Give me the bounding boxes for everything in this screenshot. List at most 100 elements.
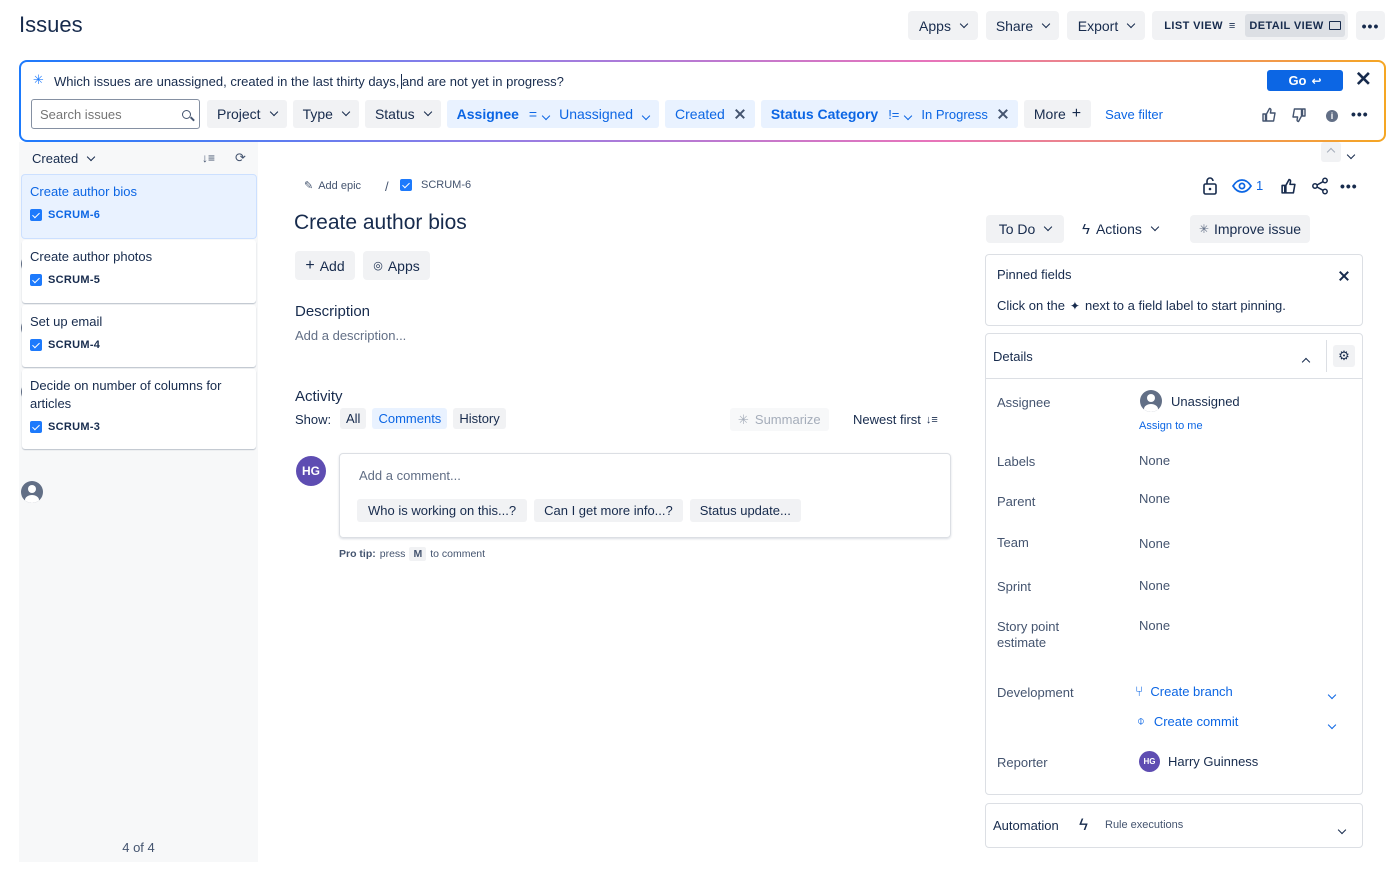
commit-expand-icon[interactable] — [1327, 715, 1337, 731]
ai-query-input[interactable]: Which issues are unassigned, created in … — [54, 74, 564, 89]
list-item[interactable]: Create author photos SCRUM-5 — [21, 240, 256, 339]
sort-order-icon[interactable]: ↓≡ — [202, 151, 215, 165]
team-value[interactable]: None — [1139, 536, 1170, 551]
create-branch-link[interactable]: ⑂ Create branch — [1135, 683, 1233, 699]
story-point-value[interactable]: None — [1139, 618, 1170, 633]
tab-all[interactable]: All — [340, 408, 367, 429]
more-options-button[interactable]: ••• — [1356, 11, 1385, 40]
newest-first-button[interactable]: Newest first ↓≡ — [853, 412, 938, 427]
lightning-icon: ϟ — [1082, 220, 1090, 238]
issue-title[interactable]: Create author bios — [294, 211, 467, 235]
sort-icon: ↓≡ — [925, 413, 938, 426]
go-button[interactable]: Go ↩ — [1267, 70, 1343, 91]
like-icon[interactable] — [1280, 178, 1297, 195]
chevron-down-icon — [1126, 19, 1136, 28]
tab-history[interactable]: History — [453, 408, 506, 429]
actions-button[interactable]: ϟ Actions — [1072, 215, 1168, 243]
sort-dropdown[interactable]: Created — [32, 151, 96, 166]
share-icon[interactable] — [1311, 177, 1329, 195]
suggestion-chip[interactable]: Status update... — [689, 499, 801, 522]
save-filter-link[interactable]: Save filter — [1105, 107, 1163, 122]
chevron-down-icon — [269, 107, 278, 117]
sprint-value[interactable]: None — [1139, 578, 1170, 593]
assignee-operator[interactable]: = — [529, 106, 551, 122]
remove-filter-icon[interactable] — [998, 109, 1008, 119]
expand-automation-icon[interactable] — [1337, 820, 1347, 836]
lock-icon[interactable] — [1202, 176, 1218, 195]
list-item[interactable]: Set up email SCRUM-4 — [21, 305, 256, 403]
suggestion-chip[interactable]: Can I get more info...? — [534, 499, 683, 522]
search-issues-input[interactable] — [40, 106, 170, 122]
feedback-more-icon[interactable]: ••• — [1351, 106, 1369, 122]
issue-more-icon[interactable]: ••• — [1340, 178, 1358, 194]
scroll-up-icon[interactable] — [1321, 142, 1341, 162]
create-commit-link[interactable]: ⌽ Create commit — [1137, 713, 1238, 729]
assign-to-me-link[interactable]: Assign to me — [1139, 420, 1203, 432]
story-label-line-2: estimate — [997, 635, 1047, 650]
watch-button[interactable]: 1 — [1232, 178, 1263, 193]
assignee-label: Assignee — [997, 395, 1051, 410]
description-heading: Description — [295, 303, 371, 320]
status-category-operator[interactable]: != — [888, 107, 913, 122]
tab-comments[interactable]: Comments — [372, 408, 448, 429]
show-label: Show: — [295, 412, 332, 427]
project-filter[interactable]: Project — [207, 100, 287, 128]
breadcrumb-issue-key[interactable]: SCRUM-6 — [400, 179, 471, 191]
chevron-down-icon — [1327, 690, 1337, 700]
comment-box[interactable]: Add a comment... Who is working on this.… — [339, 453, 951, 538]
pinned-fields-panel: Pinned fields Click on the ✦ next to a f… — [985, 254, 1363, 326]
parent-value[interactable]: None — [1139, 491, 1170, 506]
development-label: Development — [997, 685, 1074, 700]
thumbs-down-icon[interactable] — [1291, 107, 1307, 123]
status-dropdown[interactable]: To Do — [986, 215, 1064, 243]
share-button[interactable]: Share — [986, 11, 1059, 40]
branch-expand-icon[interactable] — [1327, 685, 1337, 701]
collapse-details-icon[interactable] — [1301, 352, 1311, 368]
summarize-button[interactable]: ✳ Summarize — [730, 408, 829, 431]
scroll-down-icon[interactable] — [1346, 145, 1356, 161]
activity-heading: Activity — [295, 388, 343, 405]
assignee-value[interactable]: Unassigned — [1140, 390, 1240, 412]
more-filters-button[interactable]: More + — [1023, 100, 1092, 128]
refresh-icon[interactable]: ⟳ — [235, 150, 246, 166]
status-filter[interactable]: Status — [364, 100, 441, 128]
create-branch-label: Create branch — [1150, 683, 1233, 699]
chevron-down-icon — [1337, 825, 1347, 835]
create-commit-label: Create commit — [1153, 713, 1239, 729]
thumbs-up-icon[interactable] — [1261, 107, 1277, 123]
type-filter[interactable]: Type — [292, 100, 359, 128]
info-icon[interactable]: i — [1326, 110, 1338, 122]
chevron-down-icon — [423, 107, 432, 117]
close-pinned-button[interactable] — [1339, 268, 1349, 284]
export-button[interactable]: Export — [1067, 11, 1145, 40]
status-category-filter[interactable]: Status Category != In Progress — [760, 100, 1018, 128]
add-label: Add — [319, 257, 345, 274]
list-item[interactable]: Create author bios SCRUM-6 — [21, 175, 256, 275]
remove-filter-icon[interactable] — [735, 109, 745, 119]
created-filter[interactable]: Created — [665, 100, 755, 128]
assignee-filter[interactable]: Assignee = Unassigned — [446, 100, 660, 128]
detail-view-button[interactable]: DETAIL VIEW — [1245, 14, 1345, 37]
chevron-down-icon — [904, 111, 913, 120]
details-header[interactable]: Details ⚙ — [986, 334, 1362, 379]
apps-issue-button[interactable]: ◎ Apps — [363, 251, 430, 280]
status-category-value[interactable]: In Progress — [921, 107, 987, 122]
improve-issue-button[interactable]: ✳ Improve issue — [1190, 215, 1310, 243]
add-epic-button[interactable]: ✎ Add epic — [304, 179, 361, 193]
labels-value[interactable]: None — [1139, 453, 1170, 468]
automation-panel[interactable]: Automation ϟ Rule executions — [985, 803, 1363, 848]
description-field[interactable]: Add a description... — [295, 328, 406, 343]
apps-button[interactable]: Apps — [908, 11, 978, 40]
add-button[interactable]: + Add — [295, 251, 355, 280]
assignee-value[interactable]: Unassigned — [559, 106, 651, 122]
reporter-value[interactable]: HG Harry Guinness — [1139, 751, 1258, 772]
suggestion-chip[interactable]: Who is working on this...? — [357, 499, 528, 522]
details-settings-button[interactable]: ⚙ — [1333, 345, 1355, 367]
more-icon: ••• — [1361, 17, 1380, 34]
list-view-button[interactable]: LIST VIEW ≡ — [1155, 14, 1245, 37]
close-search-button[interactable] — [1357, 72, 1371, 89]
branch-icon: ⑂ — [1135, 683, 1144, 699]
search-issues-field[interactable] — [31, 99, 200, 129]
avatar-initials: HG — [302, 464, 320, 478]
list-item[interactable]: Decide on number of columns for articles… — [21, 369, 256, 503]
